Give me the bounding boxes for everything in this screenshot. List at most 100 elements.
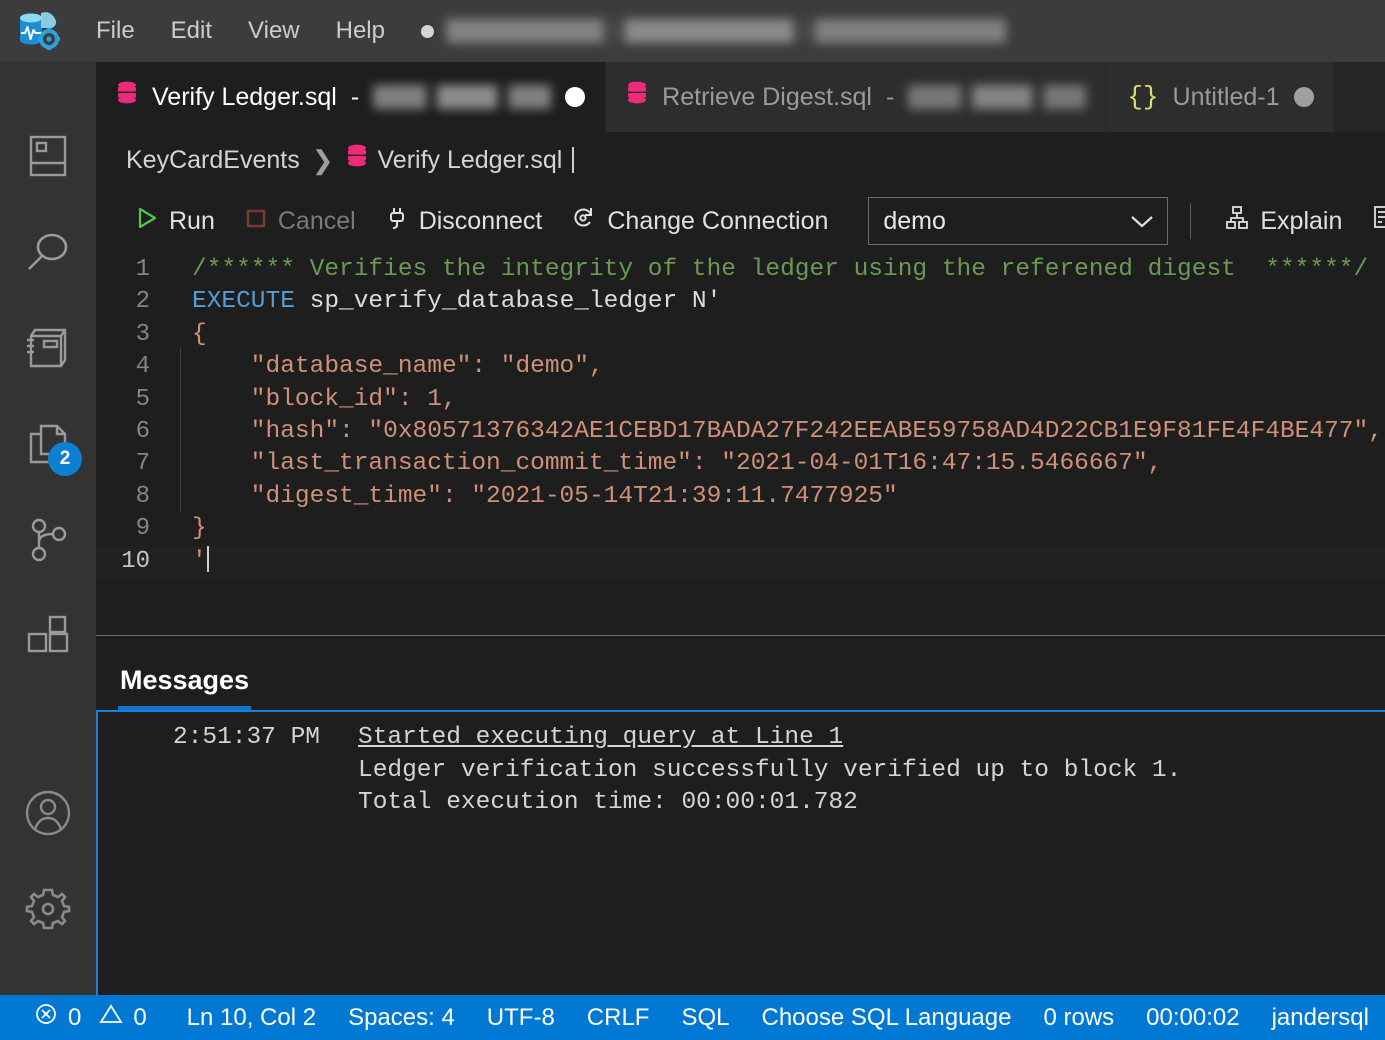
status-indentation[interactable]: Spaces: 4 — [332, 1004, 471, 1032]
query-toolbar: Run Cancel Disconnect — [96, 188, 1385, 254]
line-number: 8 — [96, 481, 174, 513]
change-connection-button[interactable]: Change Connection — [560, 199, 840, 244]
sidebar-item-search[interactable] — [0, 206, 96, 302]
status-language-picker[interactable]: Choose SQL Language — [746, 1004, 1028, 1032]
indent-guide — [180, 478, 181, 512]
menu-edit[interactable]: Edit — [153, 11, 230, 51]
enable-sqlcmd-button[interactable]: Enable SQLCMD — [1360, 199, 1385, 244]
line-text: EXECUTE sp_verify_database_ledger N' — [174, 286, 721, 318]
message-link[interactable]: Started executing query at Line 1 — [358, 722, 843, 755]
indent-guide — [180, 381, 181, 415]
menu-file[interactable]: File — [78, 11, 153, 51]
code-token: "database_name": "demo", — [192, 353, 604, 380]
tab-verify-ledger-sql[interactable]: Verify Ledger.sql - — [96, 62, 606, 132]
extensions-icon — [25, 614, 71, 663]
code-token: "digest_time": "2021-05-14T21:39:11.7477… — [192, 483, 898, 510]
title-bar: File Edit View Help Verify Ledger.sql - … — [0, 0, 1385, 62]
tab-retrieve-digest-sql[interactable]: Retrieve Digest.sql - — [606, 62, 1107, 132]
editor-group: Verify Ledger.sql - Retrieve Digest.sql … — [96, 62, 1385, 995]
tab-dirty-indicator-icon[interactable] — [1294, 87, 1314, 107]
menu-view[interactable]: View — [230, 11, 318, 51]
explain-button[interactable]: Explain — [1213, 199, 1354, 244]
status-row-count[interactable]: 0 rows — [1027, 1004, 1130, 1032]
code-line: 2EXECUTE sp_verify_database_ledger N' — [96, 286, 1385, 318]
code-token: "block_id": 1, — [192, 386, 457, 413]
message-row: 2:51:37 PMStarted executing query at Lin… — [98, 722, 1385, 755]
sidebar-item-accounts[interactable] — [0, 767, 96, 863]
line-text: "database_name": "demo", — [174, 351, 604, 383]
breadcrumb-caret — [572, 147, 574, 173]
database-dropdown[interactable]: demo — [868, 197, 1168, 245]
run-button[interactable]: Run — [124, 200, 227, 243]
tab-dirty-indicator-icon[interactable] — [565, 87, 585, 107]
line-number: 1 — [96, 254, 174, 286]
sidebar-item-extensions[interactable] — [0, 590, 96, 686]
disconnect-button[interactable]: Disconnect — [374, 199, 555, 244]
menu-help[interactable]: Help — [318, 11, 403, 51]
line-text: ' — [174, 546, 209, 578]
status-user[interactable]: jandersql — [1256, 1004, 1385, 1032]
line-number: 6 — [96, 416, 174, 448]
chevron-down-icon — [1129, 207, 1155, 236]
code-line: 1/****** Verifies the integrity of the l… — [96, 254, 1385, 286]
warning-count: 0 — [133, 1004, 146, 1032]
query-results-pane: Messages 2:51:37 PMStarted executing que… — [96, 635, 1385, 995]
sidebar-item-servers[interactable] — [0, 110, 96, 206]
status-eol[interactable]: CRLF — [571, 1004, 666, 1032]
change-connection-label: Change Connection — [607, 207, 828, 236]
code-line: 6 "hash": "0x80571376342AE1CEBD17BADA27F… — [96, 416, 1385, 448]
breadcrumb-item-database[interactable]: KeyCardEvents — [126, 146, 300, 175]
messages-list[interactable]: 2:51:37 PMStarted executing query at Lin… — [96, 710, 1385, 995]
error-circle-icon — [34, 1002, 58, 1033]
sql-editor[interactable]: 1/****** Verifies the integrity of the l… — [96, 254, 1385, 635]
line-number: 7 — [96, 448, 174, 480]
open-editors-badge: 2 — [48, 442, 82, 476]
code-token: { — [192, 321, 207, 348]
code-line: 7 "last_transaction_commit_time": "2021-… — [96, 448, 1385, 480]
text-cursor — [207, 546, 209, 572]
status-bar: 0 0 Ln 10, Col 2 Spaces: 4 UTF-8 CRLF SQ… — [0, 995, 1385, 1040]
sidebar-item-source-control[interactable] — [0, 494, 96, 590]
code-token: sp_verify_database_ledger N' — [295, 288, 721, 315]
sidebar-item-settings[interactable] — [0, 863, 96, 959]
indent-guide — [180, 348, 181, 382]
code-line: 5 "block_id": 1, — [96, 384, 1385, 416]
line-number: 3 — [96, 319, 174, 351]
breadcrumb: KeyCardEvents ❯ Verify Ledger.sql — [96, 132, 1385, 188]
cancel-button[interactable]: Cancel — [233, 200, 368, 243]
plug-disconnect-icon — [386, 205, 408, 238]
status-language[interactable]: SQL — [665, 1004, 745, 1032]
line-number: 4 — [96, 351, 174, 383]
code-line: 9} — [96, 513, 1385, 545]
code-line: 10' — [96, 546, 1385, 578]
error-count: 0 — [68, 1004, 81, 1032]
breadcrumb-item-file[interactable]: Verify Ledger.sql — [346, 144, 575, 177]
line-number: 2 — [96, 286, 174, 318]
warning-triangle-icon — [99, 1002, 123, 1033]
line-text: "hash": "0x80571376342AE1CEBD17BADA27F24… — [174, 416, 1383, 448]
sidebar-item-open-editors[interactable]: 2 — [0, 398, 96, 494]
status-elapsed-time[interactable]: 00:00:02 — [1130, 1004, 1255, 1032]
tab-messages[interactable]: Messages — [118, 665, 251, 710]
code-token: } — [192, 515, 207, 542]
line-text: "digest_time": "2021-05-14T21:39:11.7477… — [174, 481, 898, 513]
toolbar-separator — [1190, 203, 1191, 239]
line-number: 9 — [96, 513, 174, 545]
tab-title: Untitled-1 — [1173, 83, 1280, 112]
code-token: "hash": "0x80571376342AE1CEBD17BADA27F24… — [192, 418, 1383, 445]
code-token: "last_transaction_commit_time": "2021-04… — [192, 450, 1162, 477]
status-problems[interactable]: 0 0 — [18, 1002, 163, 1033]
line-number: 10 — [96, 546, 174, 578]
tab-connection-redacted — [373, 85, 551, 109]
indent-guide — [180, 413, 181, 447]
status-encoding[interactable]: UTF-8 — [471, 1004, 571, 1032]
indent-guide — [180, 445, 181, 479]
results-tab-bar: Messages — [96, 636, 1385, 710]
tab-connection-redacted — [908, 85, 1086, 109]
sidebar-item-notebooks[interactable] — [0, 302, 96, 398]
tab-untitled-1[interactable]: {} Untitled-1 — [1107, 62, 1334, 132]
stop-square-icon — [245, 206, 267, 237]
status-cursor-position[interactable]: Ln 10, Col 2 — [171, 1004, 332, 1032]
azure-data-studio-logo-icon — [14, 9, 60, 53]
editor-tab-bar: Verify Ledger.sql - Retrieve Digest.sql … — [96, 62, 1385, 132]
